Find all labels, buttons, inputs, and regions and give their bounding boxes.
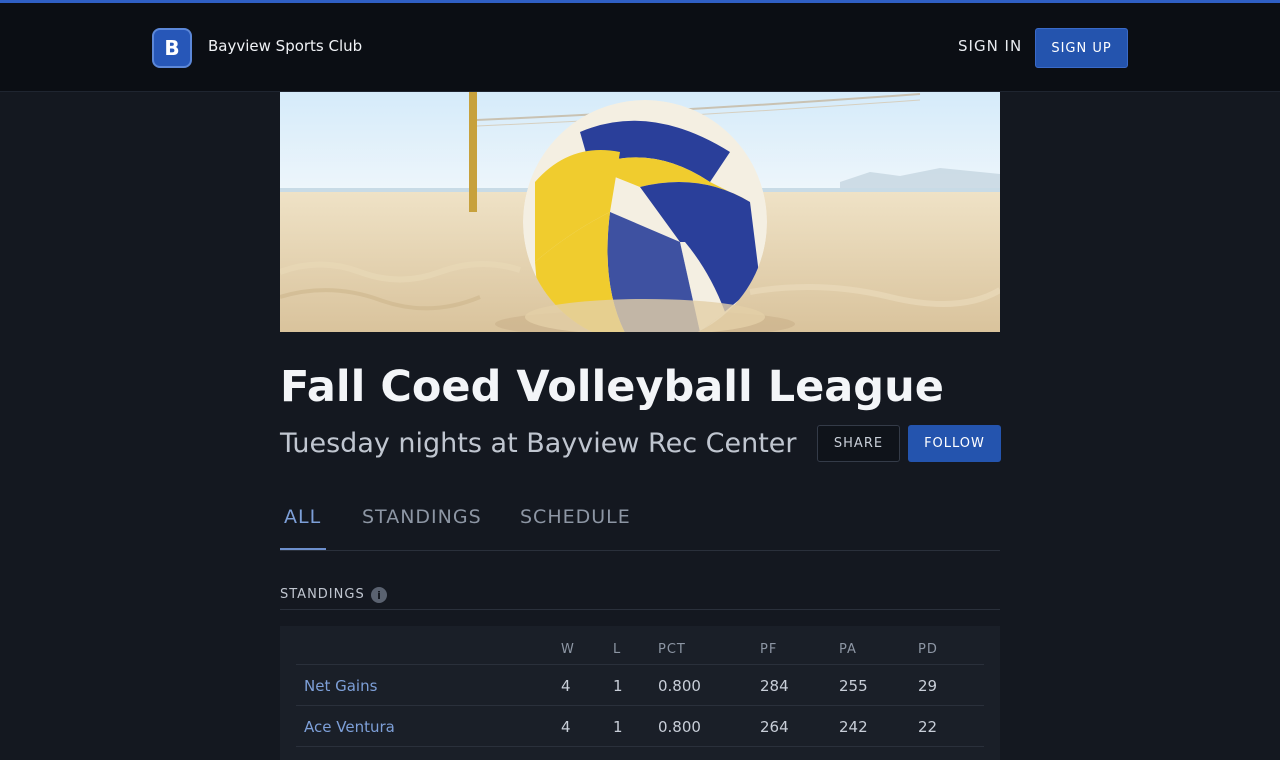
table-row: Ace Ventura 4 1 0.800 264 242 22 (296, 705, 984, 746)
cell-pf: 284 (760, 677, 789, 695)
cell-pd: 29 (918, 677, 938, 695)
cell-w: 4 (561, 718, 571, 736)
tab-all[interactable]: ALL (284, 506, 321, 528)
share-button[interactable]: SHARE (817, 425, 900, 462)
page-title: Fall Coed Volleyball League (280, 362, 944, 412)
column-header-w[interactable]: W (561, 642, 575, 657)
cell-l: 1 (613, 718, 623, 736)
column-header-pct[interactable]: PCT (658, 642, 686, 657)
cell-pf: 264 (760, 718, 789, 736)
cell-pd: 22 (918, 718, 938, 736)
column-header-l[interactable]: L (613, 642, 621, 657)
cell-pa: 255 (839, 677, 868, 695)
tab-standings[interactable]: STANDINGS (362, 506, 482, 528)
hero-image-volleyball (280, 92, 1000, 332)
column-header-pa[interactable]: PA (839, 642, 857, 657)
table-row-divider (296, 746, 984, 760)
club-logo[interactable]: B (152, 28, 192, 68)
volleyball-beach-illustration (280, 92, 1000, 332)
tab-schedule[interactable]: SCHEDULE (520, 506, 631, 528)
active-tab-indicator (280, 548, 326, 550)
table-row: Net Gains 4 1 0.800 284 255 29 (296, 664, 984, 705)
info-icon[interactable]: i (371, 587, 387, 603)
team-link[interactable]: Net Gains (304, 677, 377, 695)
column-header-pf[interactable]: PF (760, 642, 777, 657)
section-divider (280, 609, 1000, 610)
brand-name[interactable]: Bayview Sports Club (208, 37, 362, 55)
cell-pa: 242 (839, 718, 868, 736)
cell-w: 4 (561, 677, 571, 695)
cell-l: 1 (613, 677, 623, 695)
standings-table: W L PCT PF PA PD Net Gains 4 1 0.800 284… (280, 626, 1000, 760)
sign-up-button[interactable]: SIGN UP (1035, 28, 1128, 68)
team-link[interactable]: Ace Ventura (304, 718, 395, 736)
column-header-pd[interactable]: PD (918, 642, 938, 657)
site-header: B Bayview Sports Club SIGN IN SIGN UP (0, 3, 1280, 92)
cell-pct: 0.800 (658, 718, 701, 736)
tab-bar: ALL STANDINGS SCHEDULE (280, 490, 1000, 551)
standings-section-label: STANDINGS (280, 587, 365, 602)
sign-in-link[interactable]: SIGN IN (958, 37, 1022, 55)
follow-button[interactable]: FOLLOW (908, 425, 1001, 462)
cell-pct: 0.800 (658, 677, 701, 695)
page-subtitle: Tuesday nights at Bayview Rec Center (280, 428, 797, 459)
